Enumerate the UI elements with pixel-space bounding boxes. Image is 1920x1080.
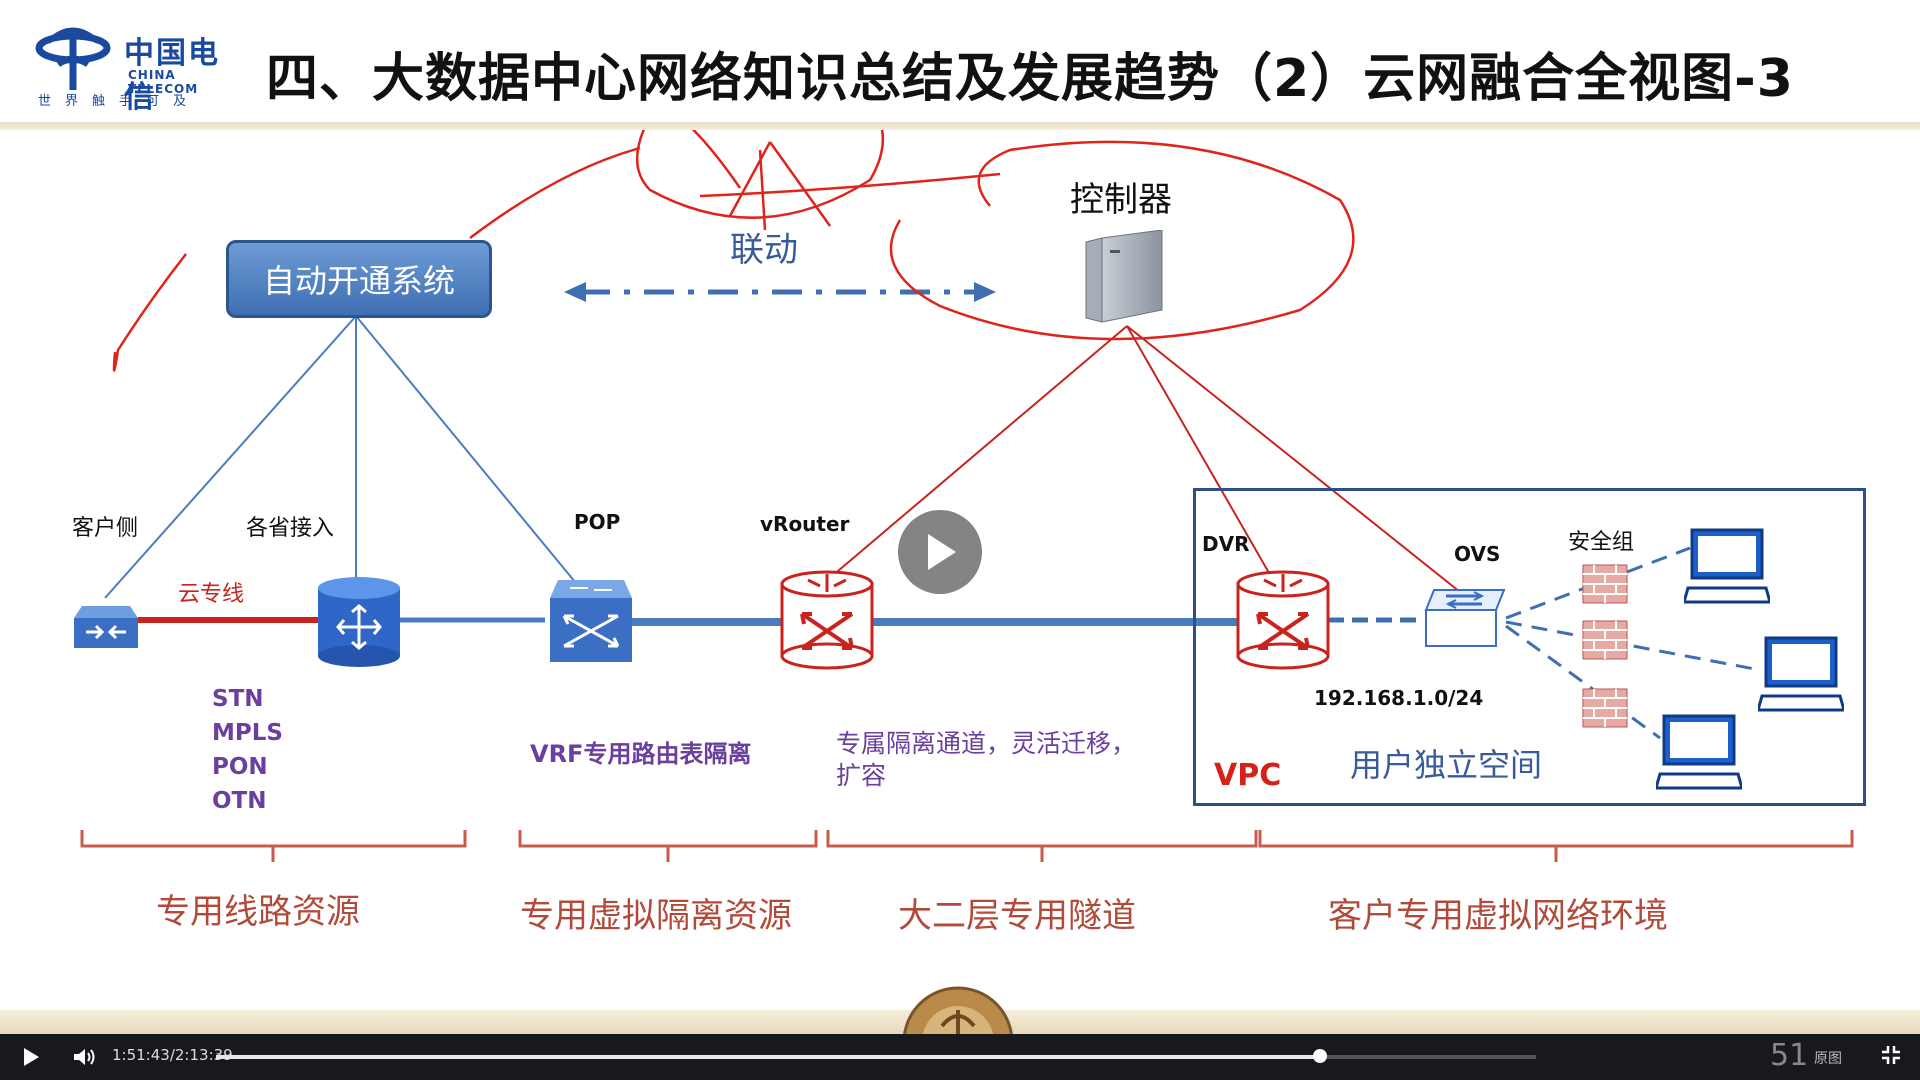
progress-handle[interactable]	[1312, 1049, 1327, 1063]
playback-time: 1:51:43/2:13:39	[112, 1046, 233, 1064]
server-icon	[1085, 230, 1163, 323]
volume-icon	[74, 1049, 95, 1065]
linkage-label: 联动	[730, 230, 798, 270]
section-virtual-isolation: 专用虚拟隔离资源	[520, 896, 792, 936]
progress-bar[interactable]	[216, 1055, 1536, 1059]
access-type-pon: PON	[212, 754, 268, 780]
play-button[interactable]	[16, 1042, 46, 1072]
tunnel-description-1: 专属隔离通道，灵活迁移，	[836, 729, 1137, 758]
vpc-label: VPC	[1214, 758, 1282, 793]
cloud-line-label: 云专线	[178, 582, 245, 607]
original-image-button[interactable]: 原图	[1814, 1048, 1842, 1068]
province-access-label: 各省接入	[246, 516, 335, 541]
province-router-icon	[318, 577, 400, 667]
video-player-bar: 1:51:43/2:13:39 51 原图	[0, 1034, 1920, 1080]
header-divider	[0, 122, 1920, 130]
section-brackets	[80, 830, 1854, 862]
access-type-mpls: MPLS	[212, 720, 283, 746]
subnet-label: 192.168.1.0/24	[1314, 686, 1484, 710]
vrf-description: VRF专用路由表隔离	[530, 740, 752, 768]
auto-system-links	[104, 315, 581, 599]
progress-fill	[216, 1055, 1320, 1059]
section-l2-tunnel: 大二层专用隧道	[898, 896, 1136, 936]
logo-slogan: 世界触手可及	[38, 94, 201, 109]
pop-label: POP	[574, 510, 621, 534]
slide-header: 中国电信 CHINA TELECOM 世界触手可及 四、大数据中心网络知识总结及…	[0, 0, 1920, 128]
telecom-swirl-icon	[35, 27, 111, 90]
fullscreen-icon	[1882, 1046, 1900, 1064]
slide-title: 四、大数据中心网络知识总结及发展趋势（2）云网融合全视图-3	[266, 49, 1794, 109]
section-dedicated-line: 专用线路资源	[156, 892, 360, 932]
play-icon	[24, 1048, 39, 1066]
volume-button[interactable]	[70, 1042, 100, 1072]
access-types-list: STN MPLS PON OTN	[212, 682, 283, 818]
fullscreen-button[interactable]	[1880, 1044, 1908, 1072]
auto-provisioning-system: 自动开通系统	[226, 240, 492, 318]
china-telecom-logo: 中国电信 CHINA TELECOM 世界触手可及	[28, 24, 238, 115]
linkage-arrow	[564, 282, 996, 302]
play-icon	[928, 534, 956, 570]
access-type-otn: OTN	[212, 788, 267, 814]
video-overlay-play-button[interactable]	[898, 510, 982, 594]
customer-switch-icon	[74, 606, 138, 648]
user-space-label: 用户独立空间	[1350, 746, 1543, 784]
customer-side-label: 客户侧	[72, 516, 139, 541]
tunnel-description-2: 扩容	[836, 761, 887, 790]
access-type-stn: STN	[212, 686, 264, 712]
page-number: 51	[1770, 1038, 1809, 1073]
vrouter-label: vRouter	[760, 512, 850, 536]
pop-switch-icon	[550, 580, 632, 662]
vrouter-icon	[780, 570, 874, 670]
controller-label: 控制器	[1070, 180, 1172, 220]
section-customer-vnet: 客户专用虚拟网络环境	[1328, 896, 1668, 936]
